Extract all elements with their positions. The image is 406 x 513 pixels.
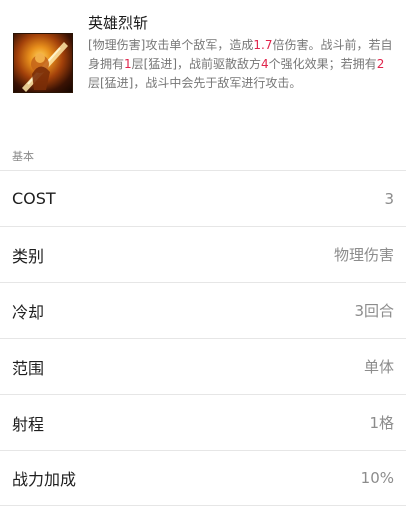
stat-row: 类别 物理伤害	[0, 226, 406, 282]
stat-row: 射程 1格	[0, 394, 406, 450]
stat-value: 3回合	[354, 302, 394, 320]
stat-row: COST 3	[0, 170, 406, 226]
desc-highlight-number: 1.7	[253, 38, 273, 52]
stat-row: 战力加成 10%	[0, 450, 406, 506]
stat-label: 范围	[12, 358, 45, 378]
stat-value: 单体	[363, 358, 394, 376]
stat-value: 3	[384, 189, 394, 208]
desc-highlight-number: 2	[376, 57, 385, 71]
stat-value: 物理伤害	[333, 246, 394, 264]
desc-highlight-number: 4	[261, 57, 269, 71]
stat-label: 战力加成	[12, 470, 77, 489]
stat-label: COST	[12, 189, 56, 208]
skill-name: 英雄烈斩	[88, 14, 149, 32]
section-title-basic: 基本	[12, 150, 34, 163]
desc-text: 层[猛进]，战斗中会先于敌军进行攻击。	[88, 76, 302, 90]
stat-label: 射程	[12, 414, 45, 434]
desc-text: [物理伤害]攻击单个敌军，造成	[88, 38, 254, 52]
stat-row: 范围 单体	[0, 338, 406, 394]
stat-value: 10%	[360, 469, 394, 487]
stats-list: COST 3 类别 物理伤害冷却 3回合范围 单体射程 1格战力加成 10%	[0, 170, 406, 506]
desc-highlight-number: 1	[124, 57, 132, 71]
stat-label: 冷却	[12, 302, 45, 322]
skill-description: [物理伤害]攻击单个敌军，造成1.7倍伤害。战斗前，若自身拥有1层[猛进]，战前…	[88, 36, 394, 93]
stat-row: 冷却 3回合	[0, 282, 406, 338]
desc-text: 个强化效果；若拥有	[268, 57, 377, 71]
skill-header: 英雄烈斩 [物理伤害]攻击单个敌军，造成1.7倍伤害。战斗前，若自身拥有1层[猛…	[0, 0, 406, 150]
stat-value: 1格	[369, 414, 394, 432]
desc-text: 层[猛进]，战前驱散敌方	[131, 57, 262, 71]
stat-label: 类别	[12, 246, 45, 266]
hero-slash-icon	[13, 33, 73, 93]
